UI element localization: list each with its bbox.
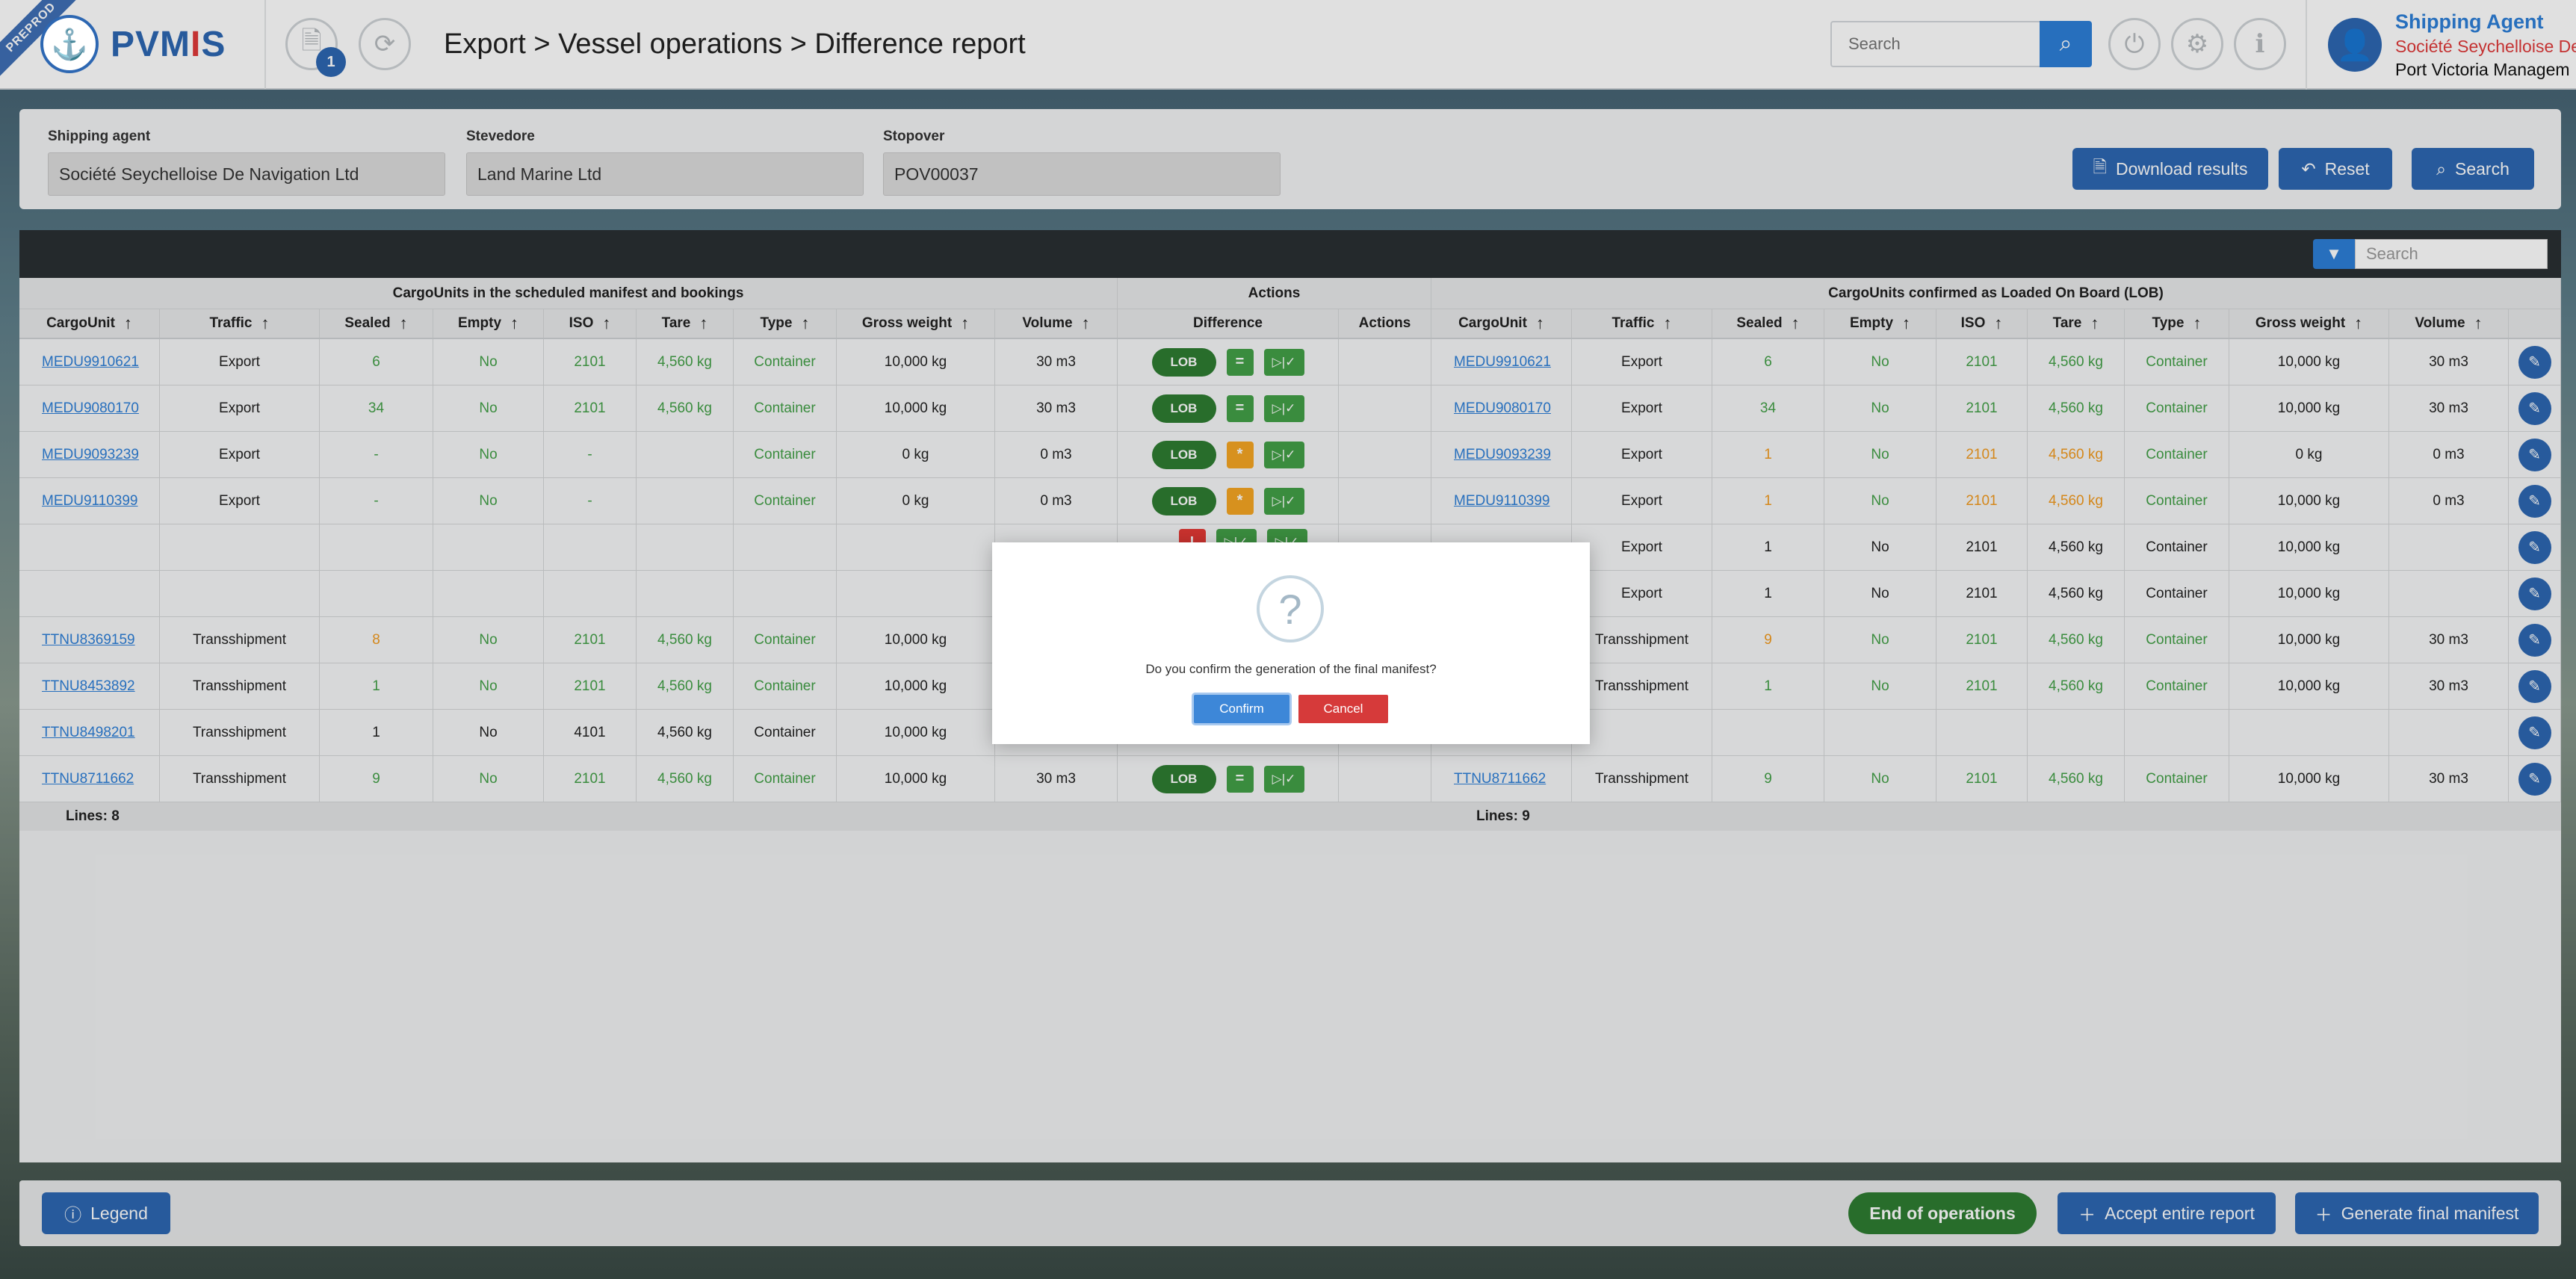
dialog-message: Do you confirm the generation of the fin… xyxy=(1145,662,1437,676)
question-icon: ? xyxy=(1257,575,1324,642)
confirm-button[interactable]: Confirm xyxy=(1194,695,1289,723)
cancel-button[interactable]: Cancel xyxy=(1298,695,1388,723)
anchor-logo-icon: ⚓ xyxy=(40,15,99,73)
confirm-dialog: ? Do you confirm the generation of the f… xyxy=(992,542,1590,744)
